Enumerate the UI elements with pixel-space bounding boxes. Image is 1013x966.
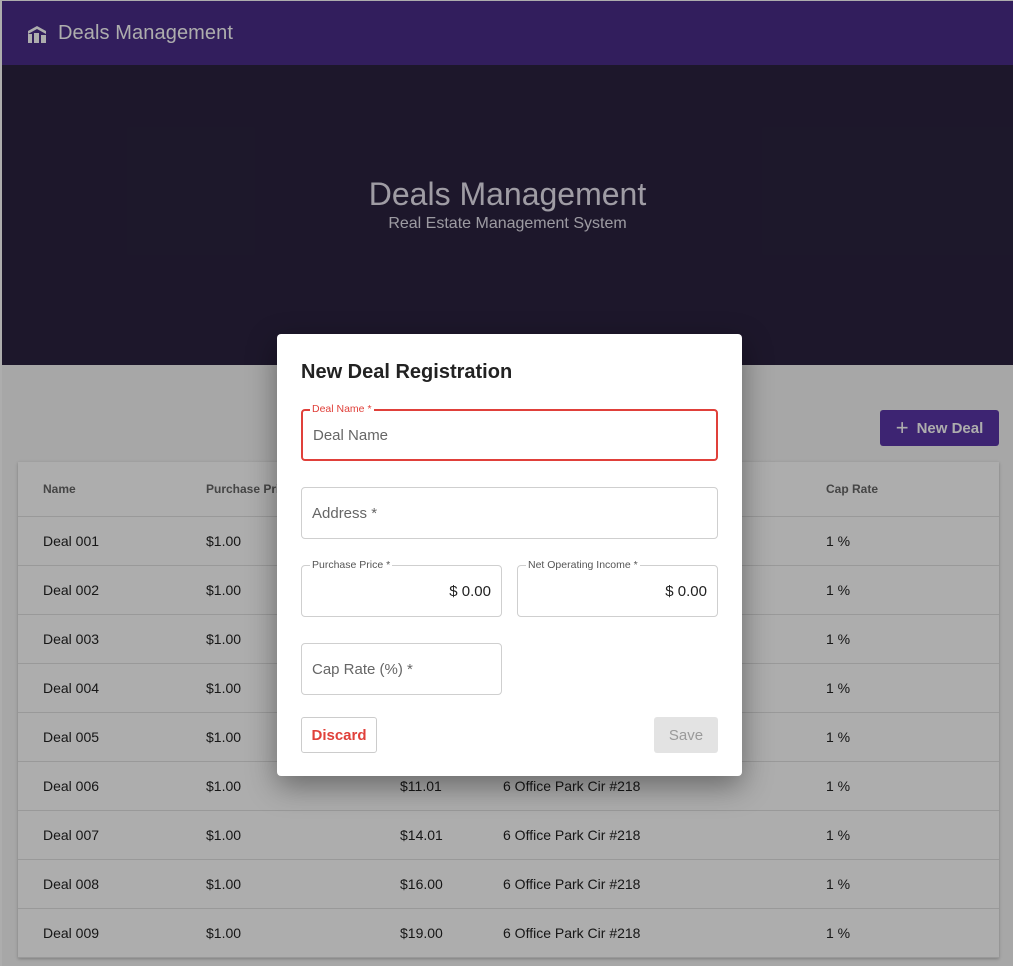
deal-name-field: Deal Name * — [301, 403, 718, 461]
deal-name-input[interactable] — [313, 411, 706, 459]
new-deal-dialog: New Deal Registration Deal Name * Purcha… — [277, 334, 742, 776]
noi-field: Net Operating Income * — [517, 559, 718, 617]
address-input[interactable] — [312, 488, 707, 538]
discard-button[interactable]: Discard — [301, 717, 377, 753]
cap-rate-field — [301, 643, 502, 695]
address-field — [301, 487, 718, 539]
cap-rate-input[interactable] — [312, 644, 491, 694]
purchase-price-field: Purchase Price * — [301, 559, 502, 617]
purchase-price-input[interactable] — [312, 566, 491, 616]
noi-input[interactable] — [528, 566, 707, 616]
dialog-title: New Deal Registration — [301, 361, 513, 383]
save-button[interactable]: Save — [654, 717, 718, 753]
